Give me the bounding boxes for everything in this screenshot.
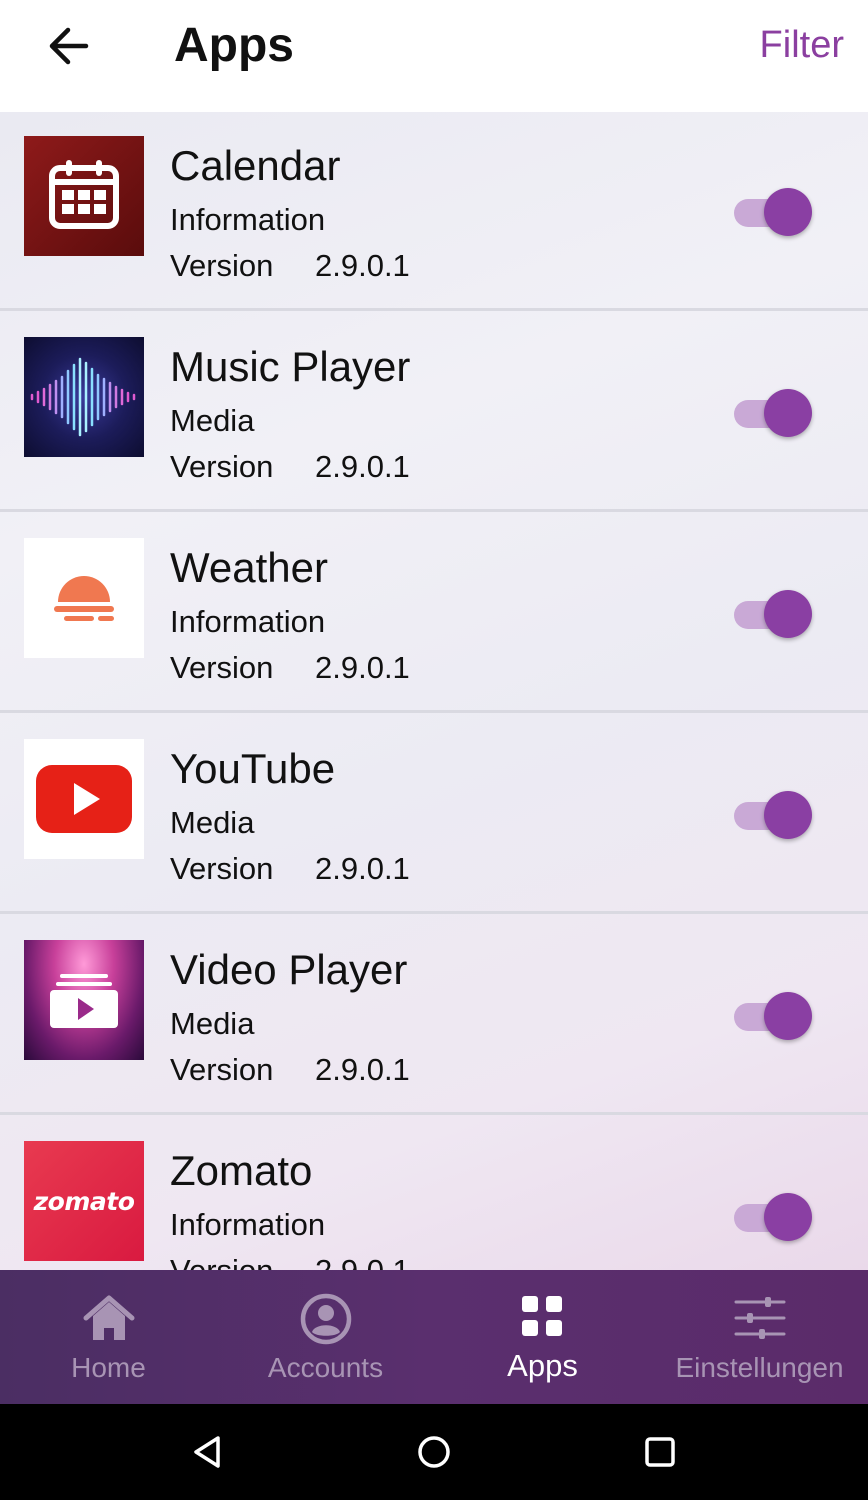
- app-name: Music Player: [170, 343, 411, 390]
- youtube-icon: [24, 739, 144, 859]
- app-name: Weather: [170, 544, 328, 591]
- app-version: 2.9.0.1: [315, 1253, 410, 1270]
- list-item[interactable]: Video Player Media Version 2.9.0.1: [0, 916, 868, 1115]
- app-category: Media: [170, 403, 255, 438]
- app-name: Video Player: [170, 946, 408, 993]
- app-toggle[interactable]: [734, 791, 814, 841]
- sunset-icon: [24, 538, 144, 658]
- version-label: Version: [170, 248, 274, 283]
- page-title: Apps: [174, 19, 294, 72]
- bottom-navigation: Home Accounts Apps Einstellungen: [0, 1270, 868, 1404]
- app-toggle[interactable]: [734, 992, 814, 1042]
- version-label: Version: [170, 449, 274, 484]
- filter-button[interactable]: Filter: [760, 24, 844, 67]
- app-toggle[interactable]: [734, 1193, 814, 1243]
- divider: [0, 308, 868, 311]
- app-toggle[interactable]: [734, 590, 814, 640]
- account-icon: [300, 1293, 351, 1345]
- arrow-left-icon: [49, 27, 89, 65]
- home-icon: [83, 1295, 134, 1340]
- version-label: Version: [170, 1253, 273, 1270]
- app-toggle[interactable]: [734, 188, 814, 238]
- divider: [0, 710, 868, 713]
- app-category: Information: [170, 604, 326, 639]
- app-list[interactable]: Calendar Information Version 2.9.0.1 Mus…: [0, 112, 868, 1270]
- zomato-icon: zomato: [24, 1141, 144, 1261]
- app-name: Calendar: [170, 142, 341, 189]
- back-button[interactable]: [40, 22, 96, 70]
- home-circle-icon[interactable]: [414, 1432, 454, 1472]
- nav-accounts-label: Accounts: [267, 1352, 384, 1383]
- app-version: 2.9.0.1: [315, 650, 410, 685]
- calendar-icon: [24, 136, 144, 256]
- app-category: Information: [170, 1207, 326, 1242]
- system-navigation-bar: [0, 1404, 868, 1500]
- list-item[interactable]: Music Player Media Version 2.9.0.1: [0, 313, 868, 512]
- app-header: Apps Filter: [0, 0, 868, 112]
- recents-square-icon[interactable]: [640, 1432, 680, 1472]
- version-label: Version: [170, 1052, 274, 1087]
- list-item[interactable]: YouTube Media Version 2.9.0.1: [0, 715, 868, 914]
- list-item[interactable]: zomato Zomato Information Version 2.9.0.…: [0, 1117, 868, 1270]
- app-version: 2.9.0.1: [315, 449, 410, 484]
- music-waveform-icon: [24, 337, 144, 457]
- list-item[interactable]: Weather Information Version 2.9.0.1: [0, 514, 868, 713]
- app-category: Information: [170, 202, 326, 237]
- app-version: 2.9.0.1: [315, 248, 410, 283]
- nav-accounts[interactable]: Accounts: [217, 1270, 434, 1404]
- nav-home-label: Home: [71, 1352, 146, 1383]
- nav-apps[interactable]: Apps: [434, 1270, 651, 1404]
- app-toggle[interactable]: [734, 389, 814, 439]
- version-label: Version: [170, 650, 274, 685]
- divider: [0, 509, 868, 512]
- list-item[interactable]: Calendar Information Version 2.9.0.1: [0, 112, 868, 311]
- nav-home[interactable]: Home: [0, 1270, 217, 1404]
- back-triangle-icon[interactable]: [188, 1432, 228, 1472]
- version-label: Version: [170, 851, 274, 886]
- app-name: YouTube: [170, 745, 336, 792]
- video-player-icon: [24, 940, 144, 1060]
- apps-grid-icon: [521, 1296, 562, 1336]
- zomato-logo-text: zomato: [33, 1186, 135, 1216]
- app-version: 2.9.0.1: [315, 1052, 410, 1087]
- nav-settings[interactable]: Einstellungen: [651, 1270, 868, 1404]
- app-version: 2.9.0.1: [315, 851, 410, 886]
- app-category: Media: [170, 805, 255, 840]
- divider: [0, 911, 868, 914]
- nav-settings-label: Einstellungen: [675, 1352, 844, 1383]
- nav-apps-label: Apps: [507, 1348, 578, 1383]
- app-name: Zomato: [170, 1147, 313, 1194]
- app-category: Media: [170, 1006, 255, 1041]
- sliders-icon: [734, 1297, 785, 1339]
- divider: [0, 1112, 868, 1115]
